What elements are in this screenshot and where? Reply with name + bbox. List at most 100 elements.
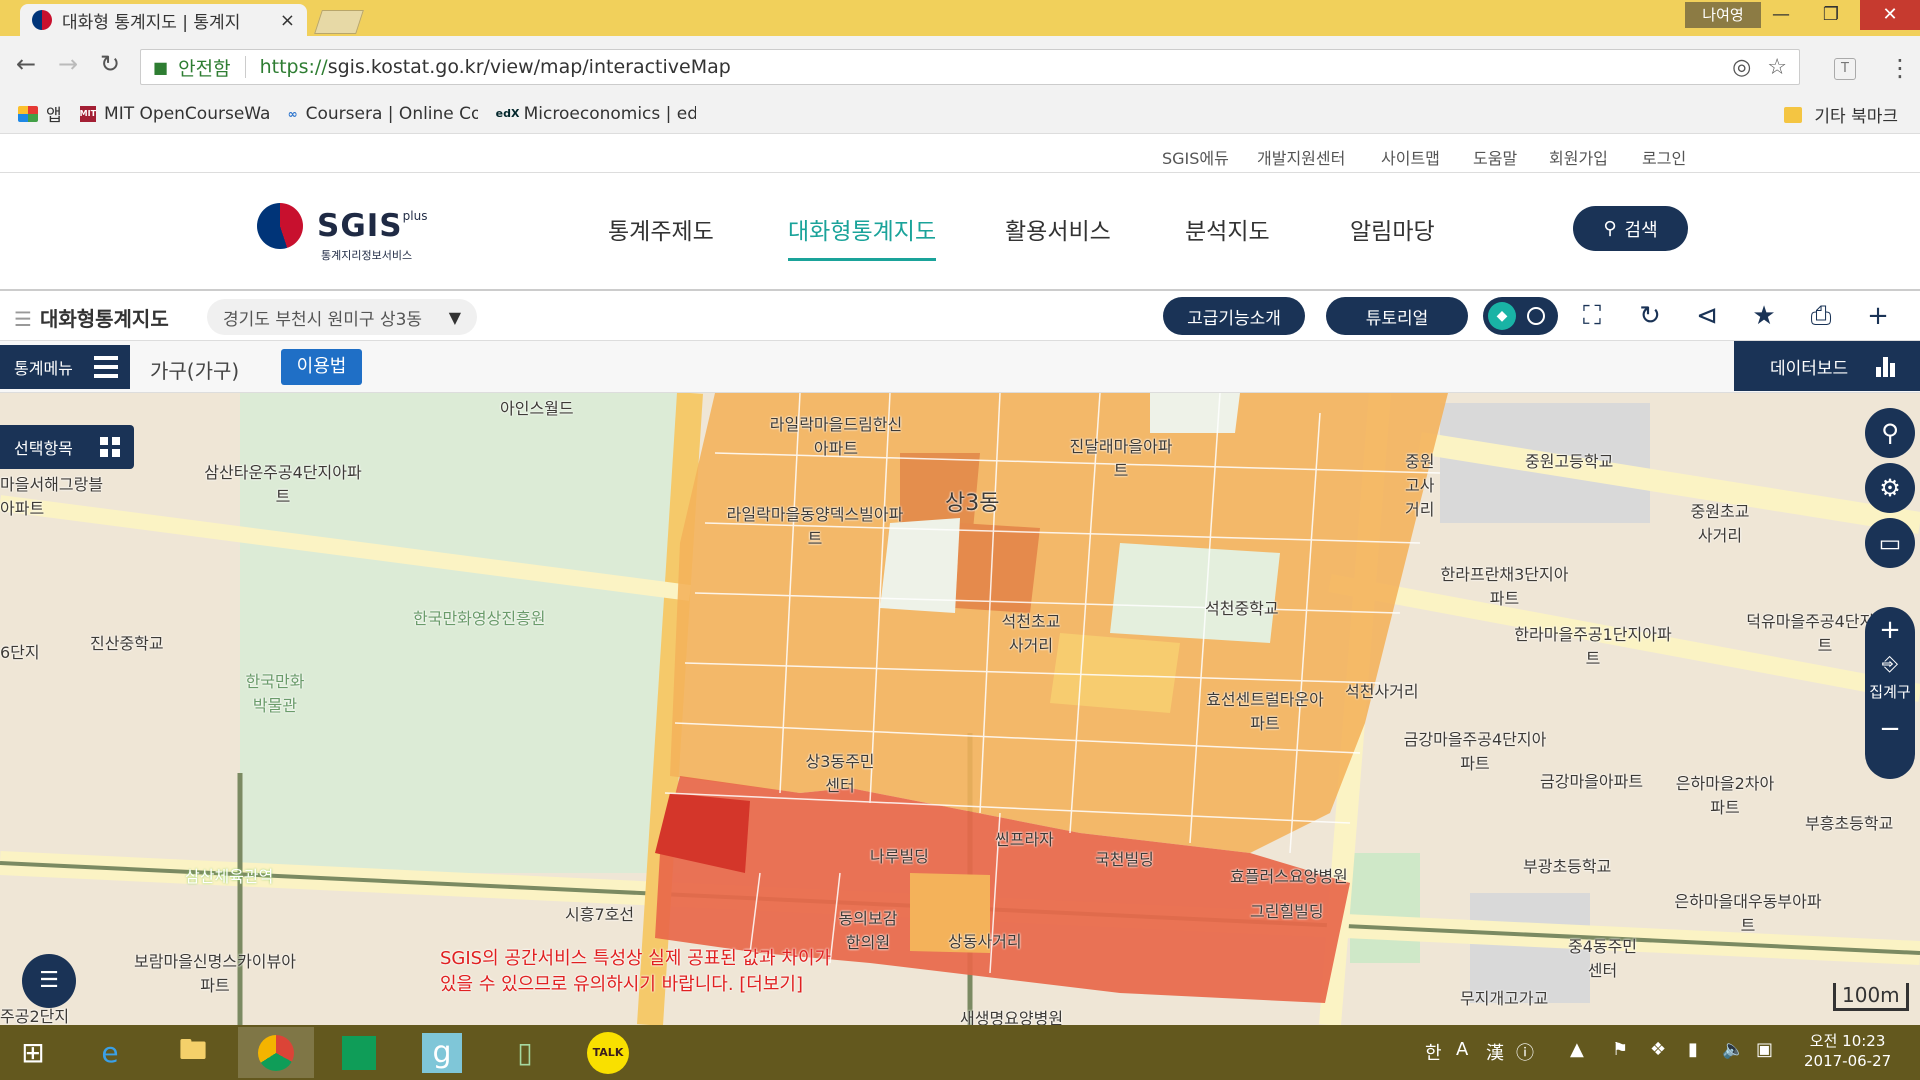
scale-bar: 100m <box>1833 983 1909 1011</box>
usage-guide-button[interactable]: 이용법 <box>281 349 362 385</box>
maximize-button[interactable]: ❐ <box>1806 0 1856 30</box>
bookmark-star-icon[interactable]: ☆ <box>1767 55 1787 80</box>
print-icon[interactable]: ⎙ <box>1804 299 1838 333</box>
browser-tab[interactable]: 대화형 통계지도 | 통계지 × <box>20 4 307 36</box>
stat-subbar: 통계메뉴 가구(가구) 이용법 데이터보드 <box>0 341 1920 393</box>
map-label: 삼산타운주공4단지아파트 <box>204 463 362 506</box>
dropbox-icon[interactable]: ❖ <box>1650 1039 1666 1060</box>
util-link-signup[interactable]: 회원가입 <box>1549 145 1608 169</box>
volume-icon[interactable]: 🔈 <box>1722 1039 1744 1060</box>
map-label: 씬프라자 <box>995 830 1054 849</box>
bookmark-edx[interactable]: edX Microeconomics | ed <box>496 104 696 124</box>
sticky-notes-icon[interactable]: ▯ <box>487 1027 563 1078</box>
bookmark-coursera[interactable]: ∞ Coursera | Online Co <box>288 104 478 124</box>
bookmark-apps[interactable]: 앱 <box>18 101 62 126</box>
legend-list-button[interactable]: ☰ <box>22 954 76 1008</box>
gnb-item-thematic[interactable]: 통계주제도 <box>608 212 714 246</box>
map-label: 한라마을주공1단지아파트 <box>1514 625 1672 668</box>
tutorial-button[interactable]: 튜토리얼 <box>1326 297 1468 335</box>
forward-button[interactable]: → <box>52 46 84 82</box>
region-select[interactable]: 경기도 부천시 원미구 상3동 ▼ <box>207 299 477 335</box>
gnb-item-notice[interactable]: 알림마당 <box>1350 212 1435 246</box>
search-button[interactable]: ⚲ 검색 <box>1573 206 1688 251</box>
favorite-star-icon[interactable]: ★ <box>1747 299 1781 333</box>
location-pin-button[interactable]: ⚲ <box>1865 408 1915 458</box>
internet-explorer-icon[interactable]: e <box>72 1027 148 1078</box>
dropdown-arrow-icon: ▼ <box>448 307 461 327</box>
gnb-item-interactive[interactable]: 대화형통계지도 <box>788 212 937 261</box>
sgis-logo[interactable]: SGIS plus 통계지리정보서비스 <box>257 203 427 262</box>
map-label: 동의보감한의원 <box>838 909 898 952</box>
chrome-icon[interactable] <box>238 1027 314 1078</box>
new-tab-button[interactable] <box>314 10 364 34</box>
map-label: 진달래마을아파트 <box>1069 437 1173 480</box>
signal-icon[interactable]: ▣ <box>1756 1039 1773 1060</box>
add-icon[interactable]: + <box>1861 299 1895 333</box>
lock-icon: ■ <box>153 57 169 77</box>
windows-start-icon[interactable]: ⊞ <box>0 1027 66 1078</box>
eraser-button[interactable]: ▭ <box>1865 518 1915 568</box>
chrome-menu-icon[interactable]: ⋮ <box>1888 54 1912 82</box>
stat-menu-button[interactable]: 통계메뉴 <box>0 345 130 389</box>
fullscreen-icon[interactable]: ⛶ <box>1575 299 1609 333</box>
eraser-icon: ▭ <box>1878 529 1902 557</box>
ime-mode-icon[interactable]: A <box>1456 1039 1468 1060</box>
system-clock[interactable]: 오전 10:23 2017-06-27 <box>1804 1031 1891 1071</box>
aggregate-label[interactable]: 집계구 <box>1865 681 1915 702</box>
gnb-item-services[interactable]: 활용서비스 <box>1005 212 1111 246</box>
share-icon[interactable]: ⊲ <box>1690 299 1724 333</box>
close-window-button[interactable]: ✕ <box>1860 0 1920 30</box>
flag-icon[interactable]: ⚑ <box>1612 1039 1628 1060</box>
util-link-login[interactable]: 로그인 <box>1642 145 1686 169</box>
map-mode-toggle[interactable]: ◆ <box>1483 297 1558 335</box>
map-label: 중원초교사거리 <box>1690 502 1750 545</box>
file-explorer-icon[interactable]: 🖿 <box>155 1027 231 1078</box>
other-bookmarks[interactable]: 기타 북마크 <box>1784 102 1898 127</box>
tray-expand-icon[interactable]: ▲ <box>1570 1039 1584 1060</box>
kakaotalk-icon[interactable]: TALK <box>570 1027 646 1078</box>
url-field[interactable]: ■ 안전함 https:// sgis.kostat.go.kr/view/ma… <box>140 49 1800 85</box>
ime-label[interactable]: 한 <box>1425 1039 1442 1065</box>
advanced-features-button[interactable]: 고급기능소개 <box>1163 297 1305 335</box>
battery-icon[interactable]: ▮ <box>1688 1039 1698 1060</box>
map-toolbar: ☰ 대화형통계지도 경기도 부천시 원미구 상3동 ▼ 고급기능소개 튜토리얼 ◆… <box>0 291 1920 341</box>
map-label: 시흥7호선 <box>565 905 635 924</box>
reload-button[interactable]: ↻ <box>94 46 126 82</box>
bookmark-mit[interactable]: MIT MIT OpenCourseWar <box>79 104 270 124</box>
bar-chart-icon <box>1876 355 1896 377</box>
help-icon[interactable]: ⓘ <box>1516 1039 1534 1065</box>
minimize-button[interactable]: — <box>1756 0 1806 30</box>
databoard-button[interactable]: 데이터보드 <box>1734 341 1920 391</box>
location-target-icon[interactable]: ◎ <box>1732 55 1751 80</box>
util-link-edu[interactable]: SGIS에듀 <box>1162 145 1229 169</box>
map-label: 삼산체육관역 <box>185 867 274 886</box>
extension-icon[interactable]: T <box>1834 58 1856 80</box>
map-disclaimer[interactable]: SGIS의 공간서비스 특성상 실제 공표된 값과 차이가 있을 수 있으므로 … <box>440 946 831 998</box>
page-title: ☰ 대화형통계지도 <box>14 303 169 332</box>
map-label: 중4동주민센터 <box>1567 937 1638 980</box>
refresh-icon[interactable]: ↻ <box>1633 299 1667 333</box>
map-label: 6단지 <box>0 643 40 662</box>
sgis-favicon-icon <box>32 10 52 30</box>
tab-close-icon[interactable]: × <box>280 10 295 31</box>
profile-button[interactable]: 나여영 <box>1685 2 1761 28</box>
zoom-out-icon[interactable]: − <box>1865 714 1915 744</box>
map-label: 주공2단지 <box>0 1007 70 1025</box>
gnb-item-analysis[interactable]: 분석지도 <box>1185 212 1270 246</box>
g-app-icon[interactable]: g <box>404 1027 480 1078</box>
back-button[interactable]: ← <box>10 46 42 82</box>
map-canvas[interactable]: 아인스월드 라일락마을드림한신아파트 진달래마을아파트 중원고사거리 중원고등학… <box>0 393 1920 1025</box>
main-header: SGIS plus 통계지리정보서비스 통계주제도 대화형통계지도 활용서비스 … <box>0 173 1920 291</box>
unlock-icon[interactable]: ⎆ <box>1865 651 1915 675</box>
clock-time: 오전 10:23 <box>1809 1032 1886 1050</box>
hanja-icon[interactable]: 漢 <box>1486 1039 1504 1065</box>
selected-items-button[interactable]: 선택항목 <box>0 425 134 469</box>
region-value: 경기도 부천시 원미구 상3동 <box>223 309 423 330</box>
util-link-sitemap[interactable]: 사이트맵 <box>1381 145 1440 169</box>
util-link-help[interactable]: 도움말 <box>1473 145 1517 169</box>
store-icon[interactable] <box>321 1027 397 1078</box>
settings-button[interactable]: ⚙ <box>1865 463 1915 513</box>
util-link-dev[interactable]: 개발지원센터 <box>1257 145 1345 169</box>
zoom-in-icon[interactable]: + <box>1865 615 1915 645</box>
map-label: 진산중학교 <box>90 634 164 653</box>
